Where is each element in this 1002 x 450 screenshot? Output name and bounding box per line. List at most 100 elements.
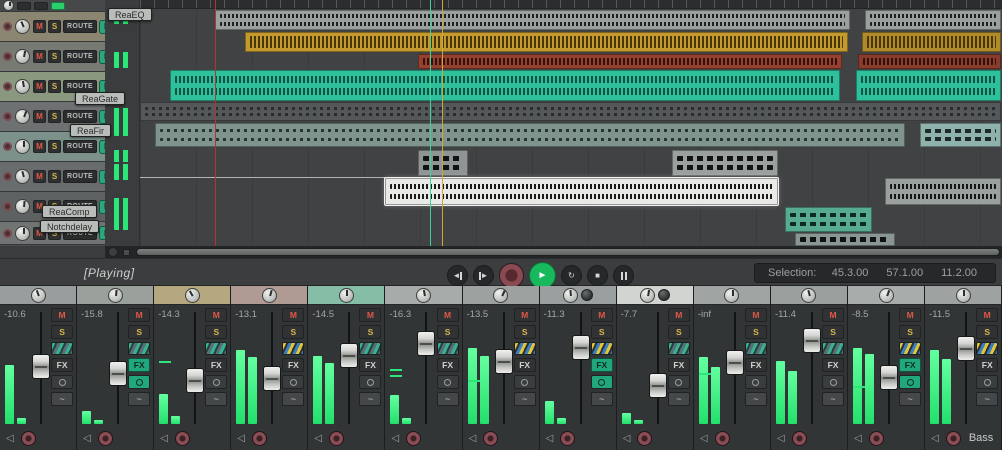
- media-item[interactable]: [920, 123, 1001, 147]
- pause-button[interactable]: [613, 265, 634, 286]
- fx-button[interactable]: FX: [667, 358, 690, 372]
- play-button[interactable]: ►: [529, 262, 556, 289]
- record-arm-button[interactable]: [868, 430, 884, 446]
- go-to-end-button[interactable]: ►: [473, 265, 494, 286]
- io-stripes-button[interactable]: [51, 342, 74, 355]
- volume-value[interactable]: -7.7: [621, 309, 637, 320]
- scrollbar-thumb[interactable]: [136, 248, 1000, 256]
- sends-button[interactable]: ~: [744, 392, 767, 406]
- route-button[interactable]: ROUTE: [63, 140, 97, 153]
- solo-button[interactable]: S: [205, 325, 228, 339]
- speaker-icon[interactable]: ◁: [160, 433, 168, 444]
- fx-button[interactable]: FX: [128, 358, 151, 372]
- pan-knob[interactable]: [107, 287, 123, 303]
- volume-value[interactable]: -8.5: [852, 309, 868, 320]
- io-stripes-button[interactable]: [513, 342, 536, 355]
- record-arm-button[interactable]: [3, 112, 12, 121]
- record-arm-button[interactable]: [3, 202, 12, 211]
- fx-button[interactable]: FX: [513, 358, 536, 372]
- media-item[interactable]: [672, 150, 778, 176]
- volume-value[interactable]: -14.5: [312, 309, 334, 320]
- fx-bypass-button[interactable]: [513, 375, 536, 389]
- sends-button[interactable]: ~: [590, 392, 613, 406]
- mute-button[interactable]: M: [33, 50, 46, 63]
- sends-button[interactable]: ~: [976, 392, 999, 406]
- pan-knob[interactable]: [878, 287, 894, 303]
- mute-button[interactable]: M: [899, 308, 922, 322]
- media-item[interactable]: [418, 150, 468, 176]
- volume-fader[interactable]: [648, 373, 667, 399]
- record-arm-button[interactable]: [97, 430, 113, 446]
- speaker-icon[interactable]: ◁: [83, 433, 91, 444]
- record-arm-button[interactable]: [560, 430, 576, 446]
- fx-button[interactable]: FX: [822, 358, 845, 372]
- volume-fader[interactable]: [340, 343, 359, 369]
- tcp-track-row[interactable]: [0, 0, 105, 12]
- width-knob[interactable]: [580, 289, 593, 301]
- media-item[interactable]: [245, 32, 848, 52]
- mute-button[interactable]: M: [33, 110, 46, 123]
- mute-button[interactable]: M: [976, 308, 999, 322]
- record-arm-button[interactable]: [20, 430, 36, 446]
- io-stripes-button[interactable]: [976, 342, 999, 355]
- solo-button[interactable]: S: [128, 325, 151, 339]
- mute-button[interactable]: M: [436, 308, 459, 322]
- io-stripes-button[interactable]: [128, 342, 151, 355]
- speaker-icon[interactable]: ◁: [314, 433, 322, 444]
- volume-fader[interactable]: [494, 348, 513, 374]
- fx-button[interactable]: FX: [744, 358, 767, 372]
- solo-button[interactable]: S: [436, 325, 459, 339]
- sends-button[interactable]: ~: [282, 392, 305, 406]
- mute-button[interactable]: M: [359, 308, 382, 322]
- record-arm-button[interactable]: [483, 430, 499, 446]
- repeat-button[interactable]: ↻: [561, 265, 582, 286]
- mute-button[interactable]: M: [513, 308, 536, 322]
- sends-button[interactable]: ~: [667, 392, 690, 406]
- solo-button[interactable]: S: [513, 325, 536, 339]
- speaker-icon[interactable]: ◁: [391, 433, 399, 444]
- pan-knob[interactable]: [15, 199, 30, 214]
- io-stripes-button[interactable]: [822, 342, 845, 355]
- volume-value[interactable]: -14.3: [158, 309, 180, 320]
- scroll-left-button[interactable]: [108, 247, 118, 257]
- io-stripes-button[interactable]: [590, 342, 613, 355]
- record-arm-button[interactable]: [3, 22, 12, 31]
- tcp-track-row[interactable]: MSROUTEFX: [0, 42, 105, 72]
- fx-bypass-button[interactable]: [282, 375, 305, 389]
- volume-value[interactable]: -15.8: [81, 309, 103, 320]
- timeline-ruler[interactable]: [140, 0, 1002, 9]
- route-button[interactable]: ROUTE: [63, 50, 97, 63]
- selection-length[interactable]: 11.2.00: [941, 267, 995, 279]
- sends-button[interactable]: ~: [128, 392, 151, 406]
- route-button[interactable]: ROUTE: [63, 170, 97, 183]
- sends-button[interactable]: ~: [205, 392, 228, 406]
- fx-bypass-button[interactable]: [667, 375, 690, 389]
- volume-value[interactable]: -11.5: [929, 309, 950, 320]
- volume-fader[interactable]: [186, 368, 205, 394]
- speaker-icon[interactable]: ◁: [700, 433, 708, 444]
- fx-button[interactable]: FX: [359, 358, 382, 372]
- io-stripes-button[interactable]: [205, 342, 228, 355]
- sends-button[interactable]: ~: [899, 392, 922, 406]
- solo-button[interactable]: S: [359, 325, 382, 339]
- volume-fader[interactable]: [571, 334, 590, 360]
- sends-button[interactable]: ~: [359, 392, 382, 406]
- selection-start[interactable]: 45.3.00: [832, 267, 887, 279]
- scroll-zoom-button[interactable]: [123, 248, 130, 256]
- route-button[interactable]: ROUTE: [63, 20, 97, 33]
- fx-slot-name[interactable]: Notchdelay: [40, 220, 100, 233]
- media-item[interactable]: [155, 123, 905, 147]
- volume-value[interactable]: -inf: [698, 309, 711, 320]
- fx-button[interactable]: FX: [205, 358, 228, 372]
- stop-button[interactable]: ■: [587, 265, 608, 286]
- fx-bypass-button[interactable]: [205, 375, 228, 389]
- record-arm-button[interactable]: [251, 430, 267, 446]
- solo-button[interactable]: S: [51, 325, 74, 339]
- media-item[interactable]: [785, 207, 872, 232]
- mute-button[interactable]: M: [590, 308, 613, 322]
- horizontal-scrollbar[interactable]: [105, 246, 1002, 258]
- solo-button[interactable]: S: [899, 325, 922, 339]
- mute-button[interactable]: M: [205, 308, 228, 322]
- track-name[interactable]: Bass: [969, 432, 993, 444]
- solo-button[interactable]: S: [48, 20, 61, 33]
